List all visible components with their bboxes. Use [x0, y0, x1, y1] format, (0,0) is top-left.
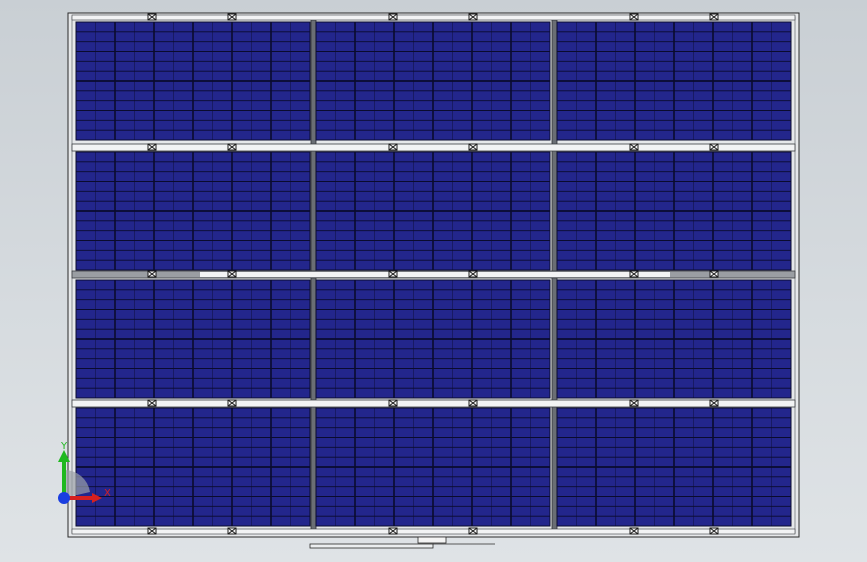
- panel-clamp: [468, 270, 478, 278]
- solar-panel-r1-c1[interactable]: [75, 21, 311, 141]
- panel-clamp: [468, 13, 478, 21]
- solar-panel-r1-c2[interactable]: [315, 21, 551, 141]
- panel-clamp: [388, 13, 398, 21]
- x-axis-head: [92, 493, 102, 503]
- panel-clamp: [468, 399, 478, 407]
- panel-clamp: [227, 13, 237, 21]
- solar-panel-r3-c3[interactable]: [556, 279, 792, 399]
- coordinate-triad: Y X Z: [58, 441, 111, 504]
- panel-clamp: [227, 527, 237, 535]
- solar-panel-r2-c3[interactable]: [556, 151, 792, 271]
- bottom-edge-rail[interactable]: [71, 528, 796, 535]
- panel-clamp: [388, 143, 398, 151]
- base-bracket-parts: [309, 536, 495, 549]
- y-axis-label: Y: [60, 441, 68, 452]
- panel-clamp: [629, 270, 639, 278]
- solar-panel-r4-c3[interactable]: [556, 407, 792, 527]
- top-edge-rail[interactable]: [71, 14, 796, 21]
- horizontal-rail-1[interactable]: [71, 143, 796, 152]
- panel-clamp: [147, 527, 157, 535]
- panel-clamp: [629, 527, 639, 535]
- x-axis-label: X: [104, 488, 111, 499]
- panel-clamp: [709, 13, 719, 21]
- panel-clamp: [468, 143, 478, 151]
- panel-clamp: [629, 13, 639, 21]
- solar-panel-r1-c3[interactable]: [556, 21, 792, 141]
- panel-clamp: [227, 143, 237, 151]
- solar-panel-r3-c1[interactable]: [75, 279, 311, 399]
- z-axis-dot: [58, 492, 70, 504]
- panel-clamp: [147, 13, 157, 21]
- panel-clamp: [388, 270, 398, 278]
- panel-clamp: [709, 527, 719, 535]
- solar-panel-r4-c2[interactable]: [315, 407, 551, 527]
- panel-clamp: [227, 399, 237, 407]
- cad-viewport[interactable]: [0, 0, 867, 562]
- panel-clamp: [709, 270, 719, 278]
- panel-clamp: [388, 399, 398, 407]
- base-bracket-foot: [417, 536, 447, 544]
- panel-clamp: [147, 143, 157, 151]
- panel-clamp: [468, 527, 478, 535]
- panel-clamp: [629, 143, 639, 151]
- horizontal-rail-3[interactable]: [71, 399, 796, 408]
- panel-clamp: [709, 399, 719, 407]
- panel-clamp: [629, 399, 639, 407]
- rail-highlight: [200, 272, 670, 277]
- panel-clamp: [147, 399, 157, 407]
- solar-panel-r2-c2[interactable]: [315, 151, 551, 271]
- solar-panel-r2-c1[interactable]: [75, 151, 311, 271]
- panel-clamp: [227, 270, 237, 278]
- panel-clamp: [147, 270, 157, 278]
- base-bracket-plate: [309, 543, 434, 549]
- panel-clamp: [388, 527, 398, 535]
- solar-panel-r3-c2[interactable]: [315, 279, 551, 399]
- panel-clamp: [709, 143, 719, 151]
